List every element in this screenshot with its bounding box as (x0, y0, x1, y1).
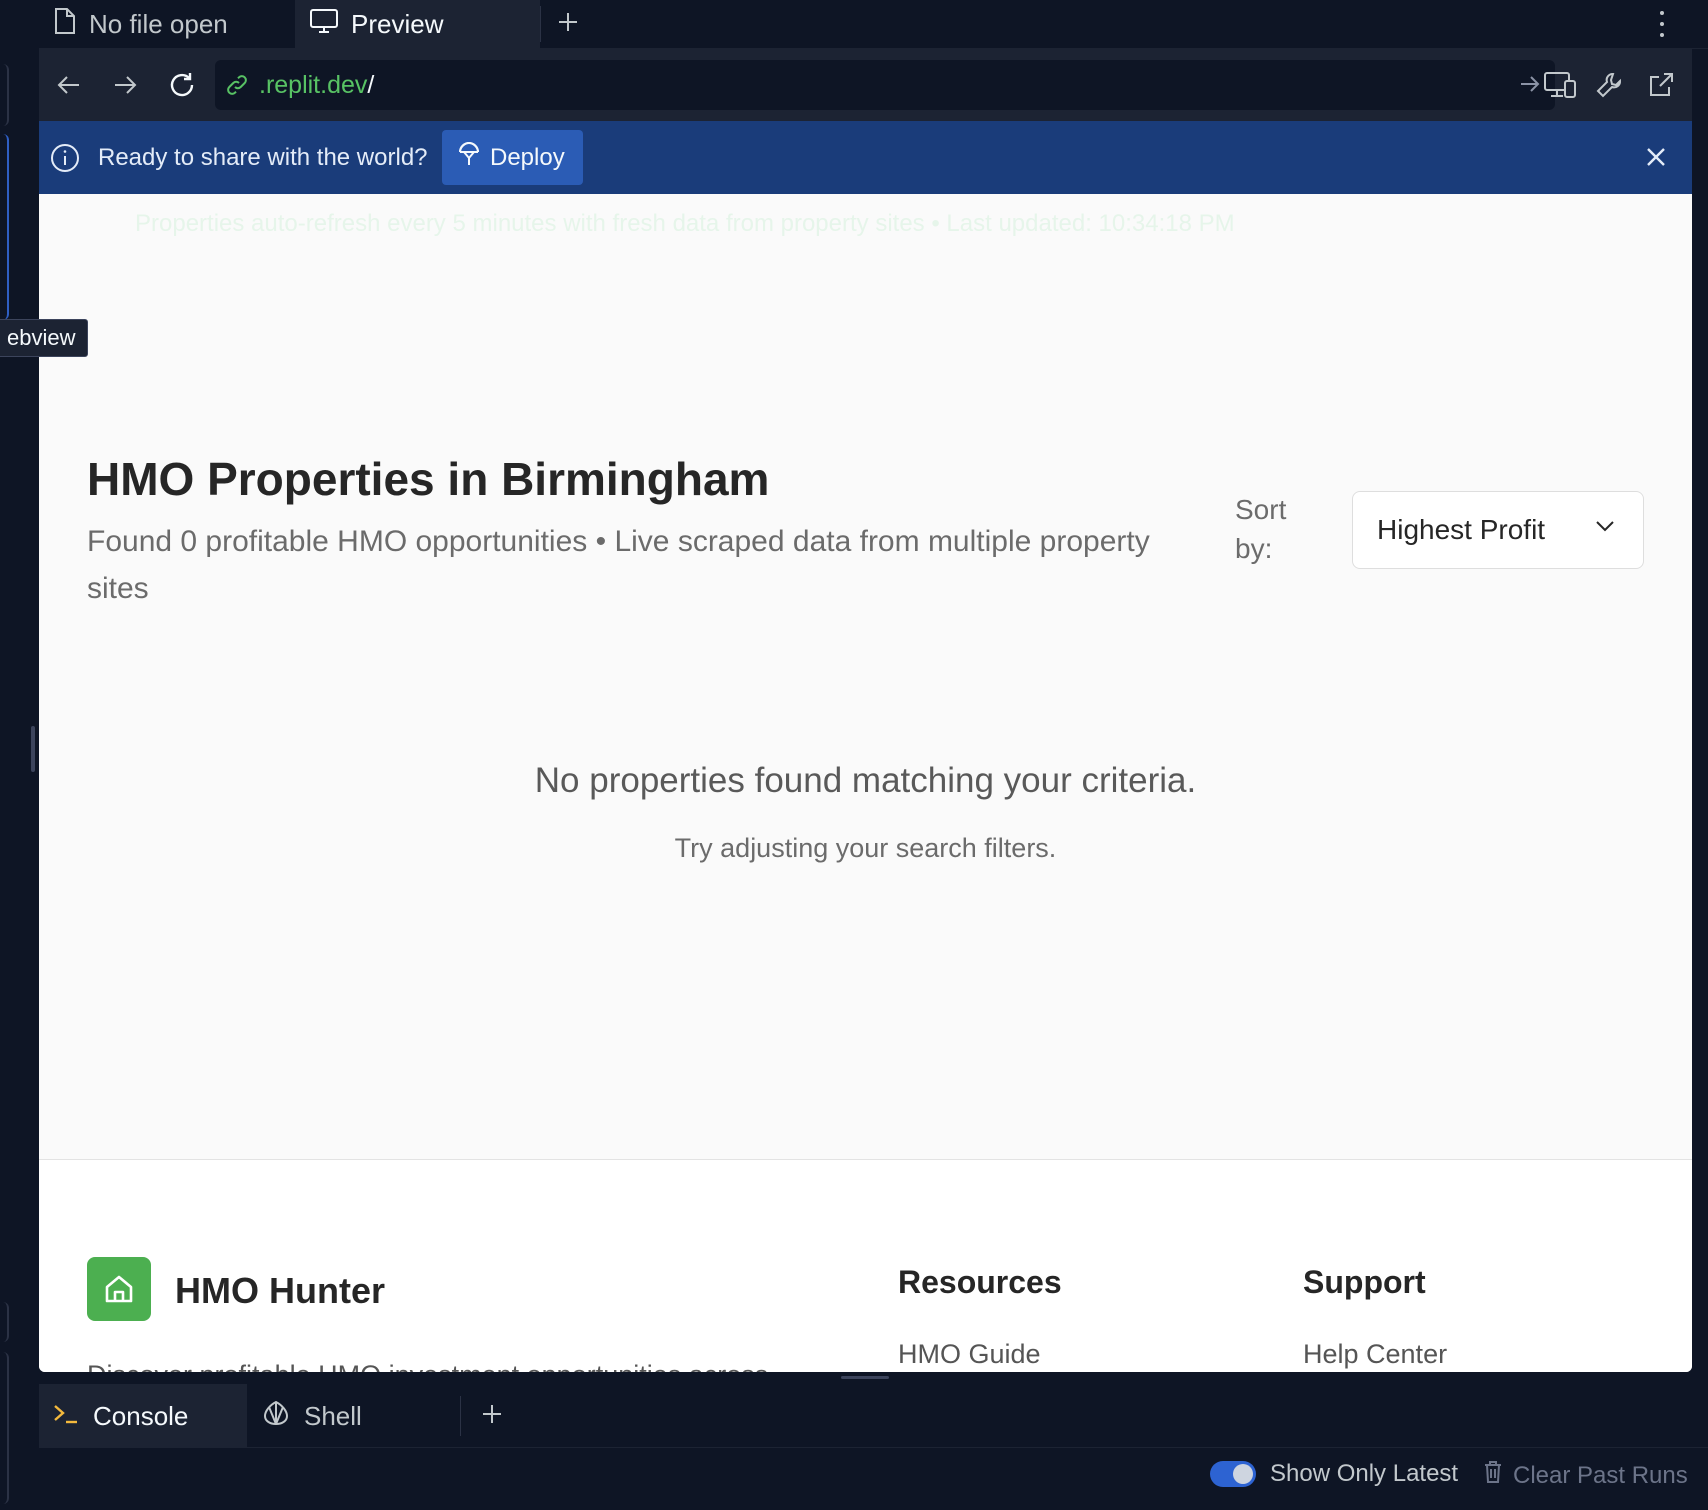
deploy-icon (458, 141, 480, 174)
tab-label: Console (93, 1400, 189, 1431)
empty-state-hint: Try adjusting your search filters. (674, 833, 1057, 863)
panel-resize-handle[interactable] (841, 1376, 889, 1379)
gutter-panel-edge (0, 1302, 9, 1342)
tab-divider (460, 1396, 461, 1436)
external-link-icon[interactable] (1645, 69, 1677, 101)
results-summary: Found 0 profitable HMO opportunities • L… (87, 525, 1150, 605)
console-panel: Show Only Latest Clear Past Runs (39, 1448, 1708, 1510)
chevron-down-icon (1596, 521, 1614, 532)
more-options-icon[interactable] (1652, 8, 1672, 40)
toggle-switch[interactable] (1210, 1461, 1256, 1487)
sort-select[interactable]: Highest Profit (1352, 491, 1644, 569)
deploy-banner: Ready to share with the world? Deploy (39, 121, 1692, 194)
plus-icon (481, 1401, 503, 1432)
back-arrow-icon[interactable] (53, 69, 85, 101)
tab-preview[interactable]: Preview (295, 0, 540, 49)
preview-toolbar: .replit.dev / (39, 49, 1692, 121)
devices-icon[interactable] (1542, 69, 1578, 101)
terminal-prompt-icon (53, 1401, 79, 1432)
resources-heading: Resources (898, 1264, 1062, 1300)
url-bar[interactable]: .replit.dev / (215, 60, 1555, 110)
sort-value: Highest Profit (1377, 514, 1546, 545)
tab-console[interactable]: Console (39, 1384, 247, 1448)
toggle-label: Show Only Latest (1270, 1460, 1459, 1487)
wrench-icon[interactable] (1593, 69, 1625, 101)
gutter-panel-edge-active (0, 134, 9, 320)
page-title: HMO Properties in Birmingham (87, 453, 770, 505)
resize-handle[interactable] (31, 726, 35, 772)
tab-label: Shell (304, 1400, 362, 1431)
go-arrow-icon[interactable] (1519, 73, 1541, 102)
brand-name: HMO Hunter (175, 1270, 385, 1311)
refresh-note: Properties auto-refresh every 5 minutes … (135, 210, 1235, 237)
gutter-panel-edge (0, 1352, 9, 1504)
file-icon (53, 7, 77, 42)
clear-label: Clear Past Runs (1513, 1461, 1688, 1489)
help-center-link[interactable]: Help Center (1303, 1339, 1447, 1370)
info-icon (50, 143, 80, 178)
url-domain: .replit.dev (259, 70, 368, 99)
plus-icon (557, 9, 579, 40)
monitor-icon (309, 8, 339, 41)
new-tab-button[interactable] (543, 0, 593, 49)
tab-shell[interactable]: Shell (248, 1384, 460, 1448)
empty-state-title: No properties found matching your criter… (534, 761, 1197, 800)
console-tab-bar: Console Shell (39, 1384, 1708, 1448)
close-icon[interactable] (1644, 145, 1668, 174)
forward-arrow-icon[interactable] (109, 69, 141, 101)
new-console-tab-button[interactable] (467, 1384, 517, 1448)
tab-divider (540, 6, 541, 42)
trash-icon (1483, 1460, 1503, 1491)
show-only-latest-toggle[interactable]: Show Only Latest (1210, 1460, 1458, 1488)
tab-label: Preview (351, 9, 444, 39)
site-footer: HMO Hunter Discover profitable HMO inves… (39, 1159, 1692, 1372)
url-path: / (367, 70, 375, 99)
support-heading: Support (1303, 1264, 1426, 1300)
tab-label: No file open (89, 9, 228, 39)
banner-message: Ready to share with the world? (98, 143, 428, 171)
hmo-guide-link[interactable]: HMO Guide (898, 1339, 1041, 1370)
editor-tab-bar: No file open Preview (39, 0, 1708, 49)
reload-icon[interactable] (166, 69, 198, 101)
deploy-label: Deploy (490, 143, 565, 171)
gutter-panel-edge (0, 64, 9, 126)
left-gutter (0, 0, 39, 1510)
deploy-button[interactable]: Deploy (442, 130, 583, 185)
tooltip: ebview (0, 319, 89, 357)
sort-label: Sort by: (1235, 494, 1287, 564)
tab-no-file[interactable]: No file open (39, 0, 294, 49)
brand-description: Discover profitable HMO investment oppor… (87, 1360, 768, 1372)
home-logo-icon (87, 1257, 151, 1321)
link-icon (225, 73, 249, 104)
preview-webview: Properties auto-refresh every 5 minutes … (39, 194, 1692, 1372)
clear-past-runs-button[interactable]: Clear Past Runs (1483, 1460, 1688, 1491)
shell-icon (262, 1399, 290, 1434)
